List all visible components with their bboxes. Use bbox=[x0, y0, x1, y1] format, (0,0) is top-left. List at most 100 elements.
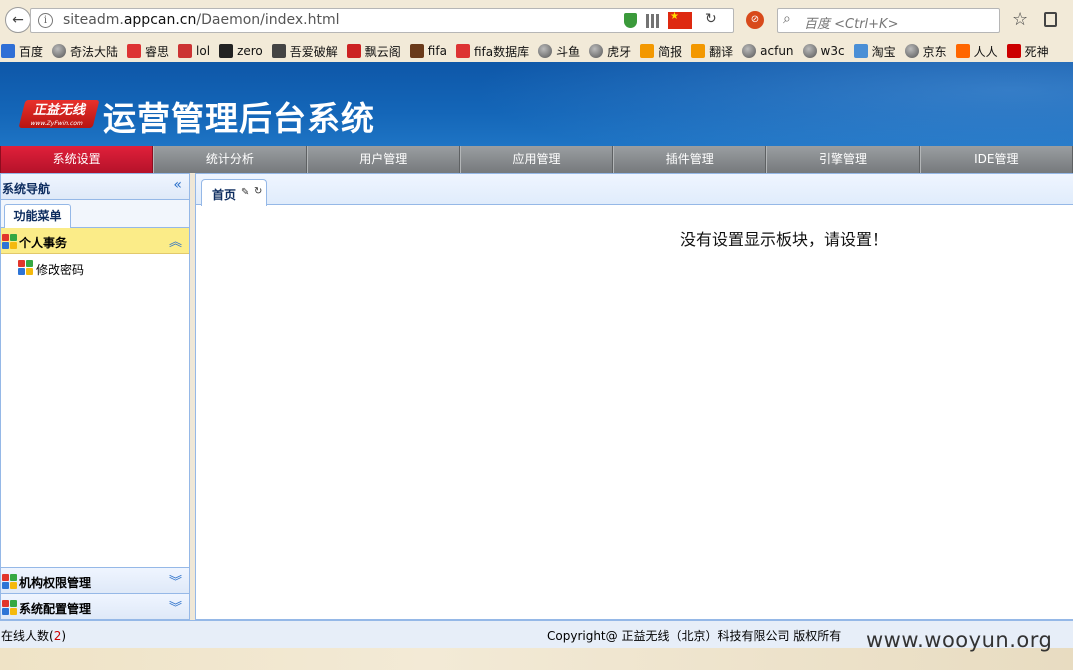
section-org-permission[interactable]: 机构权限管理 ︾ bbox=[1, 567, 189, 593]
section-label: 系统配置管理 bbox=[19, 602, 92, 616]
bookmarks-bar: 百度 奇法大陆 睿思 lol zero 吾爱破解 飘云阁 fifa fifa数据库 斗鱼 虎牙 简报 翻… bbox=[0, 40, 1073, 62]
bookmark-item[interactable]: lol bbox=[178, 44, 210, 58]
bookmark-favicon-icon bbox=[346, 44, 361, 58]
app-grid-icon bbox=[18, 260, 33, 275]
info-icon[interactable]: i bbox=[38, 13, 53, 28]
bookmark-favicon-icon bbox=[455, 44, 470, 58]
bookmark-label: 吾爱破解 bbox=[289, 44, 338, 59]
sidebar-header: 系统导航 « bbox=[1, 174, 189, 200]
qr-code-icon[interactable] bbox=[646, 14, 660, 28]
main-nav: 系统设置 统计分析 用户管理 应用管理 插件管理 引擎管理 IDE管理 bbox=[0, 146, 1073, 173]
bookmark-label: 飘云阁 bbox=[364, 44, 401, 59]
bookmark-label: 人人 bbox=[973, 44, 998, 59]
pencil-icon[interactable]: ✎ bbox=[241, 187, 249, 198]
bookmark-item[interactable]: 京东 bbox=[904, 43, 947, 60]
collapse-left-icon[interactable]: « bbox=[173, 177, 182, 193]
bookmark-favicon-icon bbox=[1, 44, 15, 58]
tab-function-menu[interactable]: 功能菜单 bbox=[4, 204, 71, 229]
bookmark-item[interactable]: 百度 bbox=[1, 43, 43, 60]
bookmark-favicon-icon bbox=[1006, 44, 1021, 58]
app-header: 正益无线 www.ZyFwin.com 运营管理后台系统 bbox=[0, 62, 1073, 146]
watermark: www.wooyun.org bbox=[866, 628, 1053, 652]
back-arrow-icon[interactable]: ← bbox=[5, 7, 31, 33]
nav-item[interactable]: 应用管理 bbox=[459, 146, 614, 173]
shield-icon[interactable] bbox=[624, 13, 637, 28]
content-tabs: 首页 ✎ ↻ bbox=[196, 174, 1073, 206]
app-grid-icon bbox=[2, 574, 17, 589]
bookmark-item[interactable]: 睿思 bbox=[127, 43, 169, 60]
sidebar-tabs: 功能菜单 bbox=[1, 200, 189, 229]
url-text: siteadm.appcan.cn/Daemon/index.html bbox=[63, 12, 340, 28]
nav-item[interactable]: 系统设置 bbox=[0, 146, 154, 173]
bookmark-item[interactable]: 死神 bbox=[1006, 43, 1049, 60]
bookmark-label: 百度 bbox=[19, 44, 44, 59]
bookmark-label: zero bbox=[237, 44, 263, 58]
bookmark-favicon-icon bbox=[271, 44, 286, 58]
bookmark-item[interactable]: 吾爱破解 bbox=[271, 43, 338, 60]
bookmark-favicon-icon bbox=[589, 44, 604, 58]
chevron-down-icon[interactable]: ︾ bbox=[169, 597, 182, 616]
bookmark-item[interactable]: w3c bbox=[802, 44, 845, 58]
section-system-config[interactable]: 系统配置管理 ︾ bbox=[1, 593, 189, 619]
bookmark-favicon-icon bbox=[640, 44, 655, 58]
bookmark-label: fifa数据库 bbox=[473, 44, 530, 59]
bookmark-item[interactable]: 飘云阁 bbox=[346, 43, 401, 60]
tab-home-label: 首页 bbox=[212, 188, 237, 202]
adblock-icon[interactable]: ⊘ bbox=[746, 11, 764, 29]
bookmark-item[interactable]: fifa bbox=[409, 44, 447, 58]
bookmark-item[interactable]: 奇法大陆 bbox=[52, 43, 118, 60]
bookmark-item[interactable]: fifa数据库 bbox=[455, 43, 530, 60]
bookmark-label: 简报 bbox=[658, 44, 683, 59]
reading-list-icon[interactable] bbox=[1044, 12, 1057, 27]
nav-item[interactable]: 引擎管理 bbox=[766, 146, 920, 173]
china-flag-icon bbox=[668, 11, 692, 29]
section-personal-affairs[interactable]: 个人事务 ︽ bbox=[1, 228, 189, 254]
reload-icon[interactable]: ↻ bbox=[705, 11, 717, 27]
app-grid-icon bbox=[2, 234, 17, 249]
nav-item[interactable]: 插件管理 bbox=[613, 146, 767, 173]
bookmark-favicon-icon bbox=[691, 44, 706, 58]
bookmark-item[interactable]: 简报 bbox=[640, 43, 682, 60]
nav-item[interactable]: 用户管理 bbox=[306, 146, 460, 173]
tab-home[interactable]: 首页 ✎ ↻ bbox=[201, 179, 267, 206]
url-bar[interactable]: i siteadm.appcan.cn/Daemon/index.html ↻ bbox=[30, 8, 734, 33]
bookmark-label: 睿思 bbox=[145, 44, 170, 59]
nav-item[interactable]: 统计分析 bbox=[153, 146, 307, 173]
bookmark-label: acfun bbox=[760, 44, 794, 58]
bookmark-label: 奇法大陆 bbox=[70, 44, 119, 59]
bookmark-favicon-icon bbox=[178, 44, 193, 58]
nav-item[interactable]: IDE管理 bbox=[919, 146, 1073, 173]
app-grid-icon bbox=[2, 600, 17, 615]
bookmark-star-icon[interactable]: ☆ bbox=[1012, 9, 1028, 30]
bookmark-favicon-icon bbox=[955, 44, 970, 58]
chevron-up-icon[interactable]: ︽ bbox=[169, 231, 182, 250]
bookmark-favicon-icon bbox=[127, 44, 142, 58]
browser-toolbar: ← i siteadm.appcan.cn/Daemon/index.html … bbox=[0, 0, 1073, 40]
bookmark-label: 虎牙 bbox=[607, 44, 632, 59]
search-input[interactable]: ⌕ 百度 <Ctrl+K> bbox=[777, 8, 1000, 33]
bookmark-item[interactable]: acfun bbox=[742, 44, 794, 58]
section-label: 机构权限管理 bbox=[19, 576, 92, 590]
search-placeholder: 百度 <Ctrl+K> bbox=[804, 17, 899, 32]
bookmark-label: 翻译 bbox=[709, 44, 734, 59]
app-title: 运营管理后台系统 bbox=[103, 99, 375, 138]
chevron-down-icon[interactable]: ︾ bbox=[169, 571, 182, 590]
sidebar-title: 系统导航 bbox=[2, 182, 51, 196]
bookmark-item[interactable]: 人人 bbox=[955, 43, 998, 60]
bookmark-label: 斗鱼 bbox=[556, 44, 581, 59]
bookmark-label: 死神 bbox=[1024, 44, 1049, 59]
online-users: 在线人数(2) bbox=[1, 629, 67, 643]
bookmark-item[interactable]: 斗鱼 bbox=[538, 43, 580, 60]
bookmark-item[interactable]: zero bbox=[219, 44, 263, 58]
menu-item-change-password[interactable]: 修改密码 bbox=[1, 254, 189, 280]
bookmark-favicon-icon bbox=[802, 44, 817, 58]
bookmark-item[interactable]: 翻译 bbox=[691, 43, 733, 60]
bookmark-item[interactable]: 淘宝 bbox=[853, 43, 896, 60]
bookmark-favicon-icon bbox=[52, 44, 67, 58]
empty-message: 没有设置显示板块，请设置！ bbox=[680, 230, 889, 249]
refresh-icon[interactable]: ↻ bbox=[254, 186, 262, 197]
bookmark-favicon-icon bbox=[219, 44, 234, 58]
sidebar: 系统导航 « 功能菜单 个人事务 ︽ 修改密码 机构权限管理 ︾ 系统配置管理 … bbox=[0, 173, 190, 620]
bookmark-favicon-icon bbox=[409, 44, 424, 58]
bookmark-item[interactable]: 虎牙 bbox=[589, 43, 631, 60]
